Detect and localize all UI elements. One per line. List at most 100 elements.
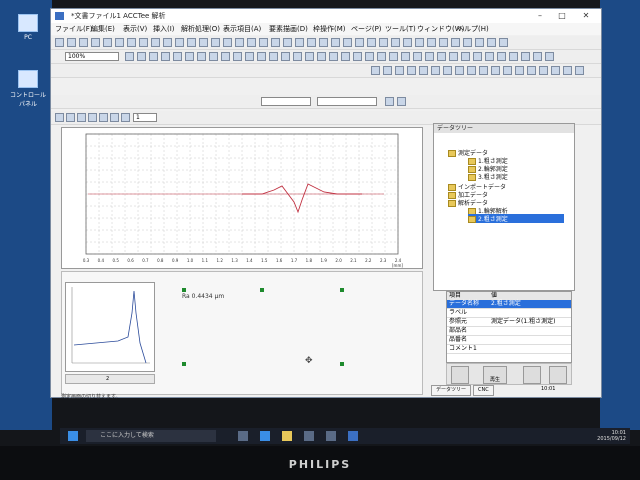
menu-display-items[interactable]: 表示項目(A) [223, 23, 261, 35]
toolbar-button[interactable] [245, 52, 254, 61]
prop-row-comment[interactable]: コメント1 [447, 345, 571, 354]
toolbar-button[interactable] [413, 52, 422, 61]
toolbar-button[interactable] [79, 38, 88, 47]
toolbar-button[interactable] [99, 113, 108, 122]
tab-data-tree[interactable]: データツリー [431, 385, 472, 396]
toolbar-button[interactable] [125, 52, 134, 61]
stop-button[interactable] [549, 366, 567, 384]
selection-handle[interactable] [340, 288, 344, 292]
toolbar-button[interactable] [427, 38, 436, 47]
toolbar-button[interactable] [563, 66, 572, 75]
selection-handle[interactable] [182, 362, 186, 366]
toolbar-button[interactable] [575, 66, 584, 75]
toolbar-button[interactable] [149, 52, 158, 61]
toolbar-button[interactable] [77, 113, 86, 122]
toolbar-button[interactable] [371, 66, 380, 75]
toolbar-button[interactable] [551, 66, 560, 75]
selection-handle[interactable] [260, 288, 264, 292]
toolbar-button[interactable] [509, 52, 518, 61]
toolbar-button[interactable] [259, 38, 268, 47]
toolbar-button[interactable] [467, 66, 476, 75]
toolbar-button[interactable] [173, 52, 182, 61]
toolbar-button[interactable] [353, 52, 362, 61]
toolbar-button[interactable] [463, 38, 472, 47]
toolbar-button[interactable] [175, 38, 184, 47]
toolbar-button[interactable] [533, 52, 542, 61]
prev-button[interactable] [451, 366, 469, 384]
desktop-icon-pc[interactable]: PC [8, 14, 48, 41]
toolbar-button[interactable] [407, 66, 416, 75]
analysis-canvas[interactable]: Ra 0.4434 μm ✥ 2 [61, 271, 423, 395]
line-style-select[interactable] [261, 97, 311, 106]
toolbar-button[interactable] [395, 66, 404, 75]
toolbar-button[interactable] [293, 52, 302, 61]
toolbar-button[interactable] [211, 38, 220, 47]
toolbar-button[interactable] [247, 38, 256, 47]
toolbar-button[interactable] [88, 113, 97, 122]
toolbar-button[interactable] [163, 38, 172, 47]
toolbar-button[interactable] [307, 38, 316, 47]
maximize-button[interactable]: □ [551, 9, 573, 23]
toolbar-button[interactable] [55, 38, 64, 47]
toolbar-button[interactable] [473, 52, 482, 61]
toolbar-button[interactable] [455, 66, 464, 75]
toolbar-button[interactable] [151, 38, 160, 47]
menu-file[interactable]: ファイル(F) [55, 23, 93, 35]
next-button[interactable] [523, 366, 541, 384]
toolbar-button[interactable] [367, 38, 376, 47]
toolbar-button[interactable] [115, 38, 124, 47]
tree-node-roughness-selected[interactable]: 2.粗さ測定 [468, 214, 564, 223]
acctee-taskbar-icon[interactable] [348, 431, 358, 441]
play-button[interactable]: 再生 [483, 366, 507, 384]
toolbar-button[interactable] [425, 52, 434, 61]
desktop-icon-control-panel[interactable]: コントロール パネル [8, 70, 48, 108]
toolbar-button[interactable] [485, 52, 494, 61]
edge-browser-icon[interactable] [260, 431, 270, 441]
toolbar-button[interactable] [527, 66, 536, 75]
toolbar-button[interactable] [110, 113, 119, 122]
toolbar-button[interactable] [431, 66, 440, 75]
toolbar-button[interactable] [475, 38, 484, 47]
selection-handle[interactable] [340, 362, 344, 366]
toolbar-button[interactable] [383, 66, 392, 75]
toolbar-button[interactable] [281, 52, 290, 61]
toolbar-button[interactable] [257, 52, 266, 61]
menu-analysis[interactable]: 解析処理(O) [181, 23, 220, 35]
taskbar-search-input[interactable]: ここに入力して検索 [86, 430, 216, 442]
menu-frame[interactable]: 枠操作(M) [313, 23, 346, 35]
toolbar-button[interactable] [377, 52, 386, 61]
toolbar-button[interactable] [355, 38, 364, 47]
windows-start-icon[interactable] [68, 431, 78, 441]
toolbar-button[interactable] [451, 38, 460, 47]
menu-tools[interactable]: ツール(T) [385, 23, 416, 35]
toolbar-button[interactable] [403, 38, 412, 47]
toolbar-button[interactable] [103, 38, 112, 47]
toolbar-button[interactable] [341, 52, 350, 61]
toolbar-button[interactable] [401, 52, 410, 61]
menu-page[interactable]: ページ(P) [351, 23, 382, 35]
menu-edit[interactable]: 編集(E) [91, 23, 115, 35]
toolbar-button[interactable] [187, 38, 196, 47]
toolbar-button[interactable] [491, 66, 500, 75]
toolbar-button[interactable] [389, 52, 398, 61]
toolbar-button[interactable] [269, 52, 278, 61]
toolbar-button[interactable] [209, 52, 218, 61]
toolbar-button[interactable] [127, 38, 136, 47]
file-explorer-icon[interactable] [282, 431, 292, 441]
toolbar-button[interactable] [443, 66, 452, 75]
toolbar-button[interactable] [415, 38, 424, 47]
toolbar-button[interactable] [497, 52, 506, 61]
toolbar-button[interactable] [449, 52, 458, 61]
toolbar-button[interactable] [233, 52, 242, 61]
toolbar-button[interactable] [365, 52, 374, 61]
prop-row-product-name[interactable]: 品番名 [447, 336, 571, 345]
menu-insert[interactable]: 挿入(I) [153, 23, 175, 35]
prop-row-part-name[interactable]: 部品名 [447, 327, 571, 336]
menu-view[interactable]: 表示(V) [123, 23, 147, 35]
toolbar-button[interactable] [221, 52, 230, 61]
toolbar-button[interactable] [235, 38, 244, 47]
toolbar-button[interactable] [385, 97, 394, 106]
toolbar-button[interactable] [329, 52, 338, 61]
toolbar-button[interactable] [139, 38, 148, 47]
toolbar-button[interactable] [503, 66, 512, 75]
